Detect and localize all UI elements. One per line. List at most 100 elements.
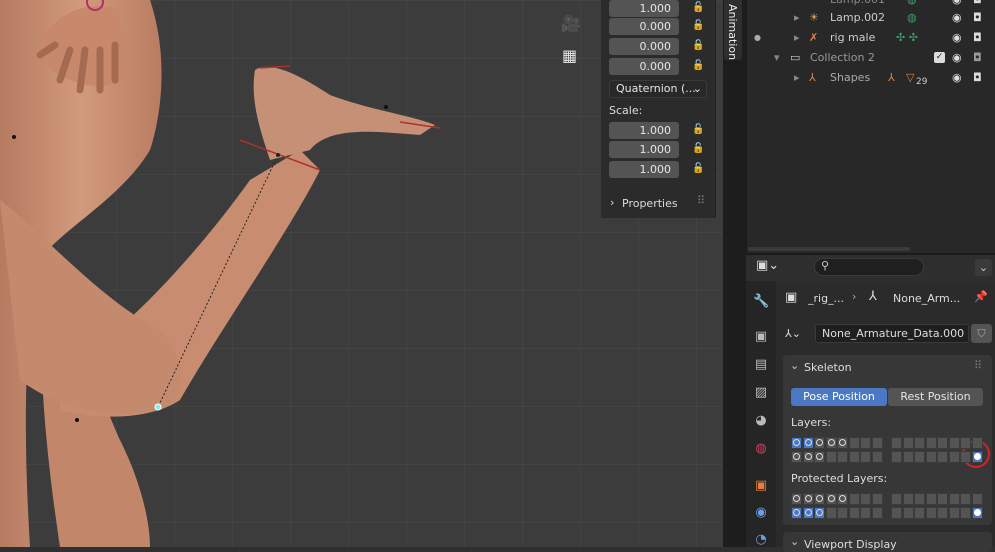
camera-render-icon[interactable]: ◘ [973, 48, 982, 68]
rest-position-button[interactable]: Rest Position [888, 388, 983, 406]
chevron-down-icon[interactable]: ▾ [774, 48, 780, 68]
layer-toggle[interactable] [802, 507, 814, 519]
layer-toggle[interactable] [791, 451, 802, 463]
tab-animation[interactable]: Animation [724, 0, 742, 60]
rotation-z-field[interactable]: 0.000 [609, 58, 679, 75]
output-icon[interactable]: ▤ [753, 357, 769, 373]
constraints-icon[interactable]: ◔ [753, 532, 769, 548]
layer-toggle[interactable] [837, 451, 848, 463]
lock-icon[interactable]: 🔓 [692, 124, 704, 136]
lock-icon[interactable]: 🔓 [692, 163, 704, 175]
lock-icon[interactable]: 🔓 [692, 40, 704, 52]
skeleton-panel-title[interactable]: Skeleton [804, 361, 852, 374]
layer-toggle[interactable] [860, 451, 871, 463]
layer-toggle[interactable] [914, 451, 925, 463]
eye-icon[interactable]: ◉ [952, 8, 962, 28]
layer-toggle[interactable] [902, 493, 914, 505]
layer-toggle[interactable] [960, 507, 971, 519]
eye-icon[interactable]: ◉ [952, 48, 962, 68]
camera-render-icon[interactable]: ◘ [973, 68, 982, 88]
options-dropdown[interactable]: ⌄ [975, 259, 992, 276]
layer-toggle[interactable] [971, 437, 983, 449]
layer-toggle[interactable] [802, 451, 814, 463]
rotation-mode-dropdown[interactable]: Quaternion (... ⌄ [609, 80, 707, 98]
layer-toggle[interactable] [891, 493, 902, 505]
eye-icon[interactable]: ◉ [952, 28, 962, 48]
outliner-row[interactable]: ▾ ▭ Collection 2 ✓ ◉ ◘ [746, 48, 995, 68]
rotation-y-field[interactable]: 0.000 [609, 38, 679, 55]
pin-icon[interactable]: 📌 [974, 290, 988, 303]
datablock-name-field[interactable]: None_Armature_Data.000 [815, 324, 969, 343]
view-layer-icon[interactable]: ▨ [753, 385, 769, 401]
chevron-right-icon[interactable]: ▸ [794, 28, 800, 48]
layer-toggle[interactable] [937, 437, 948, 449]
layer-toggle[interactable] [848, 493, 860, 505]
layer-toggle[interactable] [937, 507, 948, 519]
layer-toggle[interactable] [791, 507, 802, 519]
render-icon[interactable]: ▣ [753, 329, 769, 345]
layer-toggle[interactable] [948, 507, 960, 519]
layer-toggle[interactable] [891, 507, 902, 519]
layer-toggle[interactable] [925, 507, 937, 519]
layer-toggle[interactable] [871, 437, 883, 449]
layer-toggle[interactable] [971, 507, 983, 519]
layer-toggle[interactable] [848, 451, 860, 463]
layer-toggle[interactable] [848, 507, 860, 519]
layer-toggle[interactable] [948, 493, 960, 505]
editor-type-icon[interactable]: ▣⌄ [756, 258, 779, 273]
modifier-icon[interactable]: ◉ [753, 505, 769, 521]
layer-toggle[interactable] [914, 507, 925, 519]
scale-x-field[interactable]: 1.000 [609, 122, 679, 139]
lock-icon[interactable]: 🔓 [692, 143, 704, 155]
layer-toggle[interactable] [948, 451, 960, 463]
layer-toggle[interactable] [802, 437, 814, 449]
chevron-right-icon[interactable]: ▸ [794, 68, 800, 88]
outliner-scrollbar[interactable] [748, 247, 910, 251]
layer-toggle[interactable] [837, 493, 848, 505]
layer-toggle[interactable] [860, 507, 871, 519]
layer-toggle[interactable] [814, 451, 825, 463]
layer-toggle[interactable] [825, 507, 837, 519]
tool-icon[interactable]: 🔧 [753, 294, 769, 310]
scale-y-field[interactable]: 1.000 [609, 141, 679, 158]
layer-toggle[interactable] [960, 493, 971, 505]
layer-toggle[interactable] [937, 451, 948, 463]
layer-toggle[interactable] [960, 451, 971, 463]
chevron-right-icon[interactable]: › [610, 196, 614, 209]
chevron-down-icon[interactable]: ⌄ [790, 535, 799, 548]
layer-toggle[interactable] [802, 493, 814, 505]
scene-icon[interactable]: ◕ [753, 413, 769, 429]
world-icon[interactable]: ◍ [753, 441, 769, 457]
drag-handle-icon[interactable]: ⠿ [697, 194, 705, 207]
camera-icon[interactable]: 🎥 [561, 14, 581, 33]
layer-toggle[interactable] [791, 493, 802, 505]
layer-toggle[interactable] [925, 493, 937, 505]
layer-toggle[interactable] [814, 493, 825, 505]
properties-subpanel-header[interactable]: Properties [622, 197, 678, 210]
lock-icon[interactable]: 🔓 [692, 20, 704, 32]
outliner-row[interactable]: ● ▸ ✗ rig male ✣ ✣ ◉ ◘ [746, 28, 995, 48]
checkbox-icon[interactable]: ✓ [934, 52, 945, 63]
drag-handle-icon[interactable]: ⠿ [974, 359, 982, 372]
armature-browse-dropdown[interactable]: ⅄⌄ [785, 324, 815, 343]
object-icon[interactable]: ▣ [753, 478, 769, 494]
layer-toggle[interactable] [848, 437, 860, 449]
layer-toggle[interactable] [925, 437, 937, 449]
layer-toggle[interactable] [914, 493, 925, 505]
eye-icon[interactable]: ◉ [952, 68, 962, 88]
layer-toggle[interactable] [814, 507, 825, 519]
layer-toggle[interactable] [914, 437, 925, 449]
layer-toggle[interactable] [825, 451, 837, 463]
layer-toggle[interactable] [902, 437, 914, 449]
camera-render-icon[interactable]: ◘ [973, 28, 982, 48]
layer-toggle[interactable] [902, 451, 914, 463]
fake-user-shield-icon[interactable]: ⛉ [971, 324, 992, 343]
scale-z-field[interactable]: 1.000 [609, 161, 679, 178]
layer-toggle[interactable] [871, 451, 883, 463]
layer-toggle[interactable] [837, 437, 848, 449]
layer-toggle[interactable] [891, 437, 902, 449]
layer-toggle[interactable] [871, 507, 883, 519]
layer-toggle[interactable] [948, 437, 960, 449]
layer-toggle[interactable] [937, 493, 948, 505]
layer-toggle[interactable] [860, 493, 871, 505]
